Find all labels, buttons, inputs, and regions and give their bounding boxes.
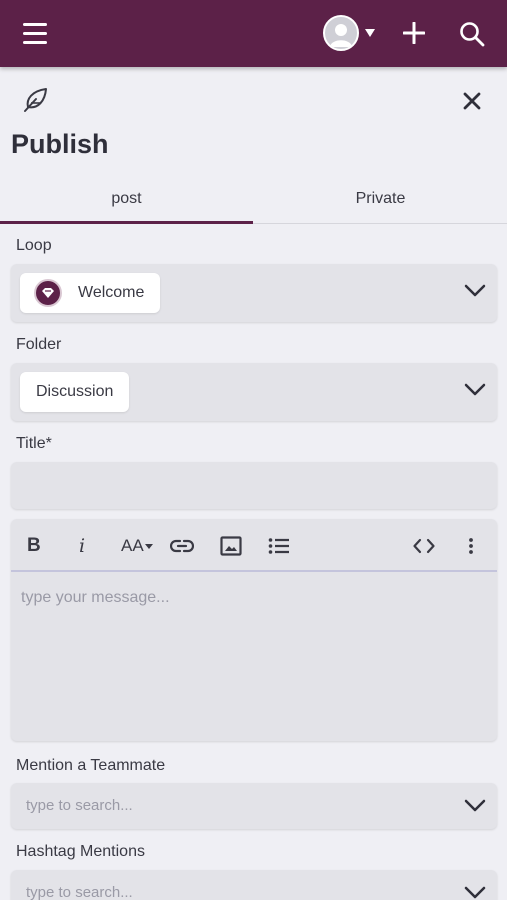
link-icon[interactable] [170, 533, 194, 559]
font-size-label: AA [121, 536, 144, 555]
mention-search-input[interactable]: type to search... [26, 797, 133, 814]
top-app-bar [0, 0, 507, 67]
more-icon[interactable] [468, 533, 474, 559]
editor-toolbar: B i AA [11, 519, 497, 572]
feather-icon [22, 87, 48, 118]
page-title: Publish [11, 129, 109, 159]
folder-chip: Discussion [20, 372, 130, 412]
chevron-down-icon [464, 886, 486, 899]
image-icon[interactable] [220, 533, 242, 559]
list-icon[interactable] [268, 533, 290, 559]
chevron-down-icon [365, 29, 375, 37]
plus-icon[interactable] [402, 21, 426, 49]
font-size-icon[interactable]: AA [121, 533, 153, 559]
title-label: Title* [16, 435, 52, 452]
loop-select[interactable]: Welcome [11, 264, 497, 322]
hashtag-select[interactable]: type to search... [11, 870, 497, 900]
hashtag-label: Hashtag Mentions [16, 843, 145, 860]
code-icon[interactable] [413, 533, 435, 559]
bold-icon[interactable]: B [27, 533, 41, 559]
chevron-down-icon [464, 284, 486, 297]
folder-select[interactable]: Discussion [11, 363, 497, 421]
user-avatar-icon [323, 15, 359, 51]
tab-private[interactable]: Private [254, 180, 507, 224]
search-icon[interactable] [459, 21, 485, 52]
tab-bar: post Private [0, 180, 507, 224]
mention-select[interactable]: type to search... [11, 783, 497, 829]
hashtag-search-input[interactable]: type to search... [26, 884, 133, 900]
loop-label: Loop [16, 237, 52, 254]
message-editor: B i AA type your message... [11, 519, 497, 741]
folder-label: Folder [16, 336, 62, 353]
chevron-down-icon [464, 383, 486, 396]
loop-chip: Welcome [20, 273, 161, 313]
hamburger-icon[interactable] [23, 23, 47, 45]
mention-label: Mention a Teammate [16, 757, 166, 774]
title-input[interactable] [11, 462, 497, 509]
tab-post[interactable]: post [0, 180, 253, 224]
loop-value: Welcome [78, 284, 145, 301]
message-input[interactable]: type your message... [21, 589, 170, 607]
account-menu-button[interactable] [323, 15, 375, 51]
italic-icon[interactable]: i [79, 533, 85, 559]
loop-logo-icon [34, 279, 62, 307]
caret-icon [144, 543, 153, 549]
close-icon[interactable] [463, 92, 481, 115]
chevron-down-icon [464, 799, 486, 812]
